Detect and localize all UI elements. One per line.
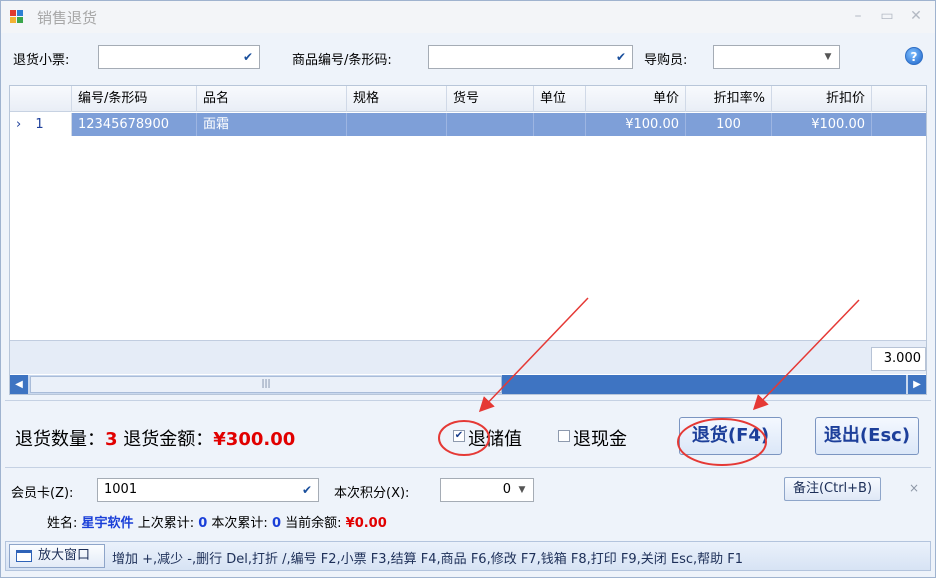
horizontal-scrollbar[interactable]: ◀ ||| ▶ bbox=[10, 375, 926, 394]
return-amount-label: 退货金额： bbox=[123, 429, 214, 450]
return-items-grid: 编号/条形码 品名 规格 货号 单位 单价 折扣率% 折扣价 › 1 12345… bbox=[9, 85, 927, 395]
hotkey-hints: 增加 +,减少 -,删行 Del,打折 /,编号 F2,小票 F3,结算 F4,… bbox=[112, 552, 744, 567]
product-code-label: 商品编号/条形码: bbox=[292, 53, 392, 68]
cell-price[interactable]: ¥100.00 bbox=[586, 113, 686, 136]
member-card-label: 会员卡(Z): bbox=[11, 486, 74, 501]
column-header-price[interactable]: 单价 bbox=[586, 86, 686, 112]
points-value: 0 bbox=[502, 482, 511, 497]
refund-cash-checkbox[interactable] bbox=[558, 430, 570, 442]
column-header-code[interactable]: 编号/条形码 bbox=[72, 86, 197, 112]
refund-cash-label[interactable]: 退现金 bbox=[573, 425, 627, 451]
balance-label: 当前余额: bbox=[285, 516, 342, 531]
points-spinner[interactable]: 0 ▼ bbox=[440, 478, 534, 502]
scroll-track[interactable] bbox=[502, 375, 906, 394]
last-total-label: 上次累计: bbox=[137, 516, 195, 531]
this-total-label: 本次累计: bbox=[211, 516, 268, 531]
column-header-spec[interactable]: 规格 bbox=[347, 86, 447, 112]
cell-discount-rate[interactable]: 100 bbox=[686, 113, 772, 136]
minimize-button[interactable]: – bbox=[847, 6, 869, 26]
enlarge-window-label: 放大窗口 bbox=[38, 548, 91, 563]
row-pointer-icon: › bbox=[16, 117, 22, 132]
scroll-left-icon[interactable]: ◀ bbox=[10, 375, 28, 394]
cell-discount-price[interactable]: ¥100.00 bbox=[772, 113, 872, 136]
chevron-down-icon[interactable]: ✔ bbox=[241, 50, 255, 64]
member-name-value: 星宇软件 bbox=[81, 516, 134, 531]
points-label: 本次积分(X): bbox=[334, 486, 410, 501]
column-header-unit[interactable]: 单位 bbox=[534, 86, 586, 112]
this-total-value: 0 bbox=[271, 516, 281, 531]
return-summary: 退货数量：3 退货金额：¥300.00 bbox=[15, 425, 295, 451]
exit-button[interactable]: 退出(Esc) bbox=[815, 417, 919, 455]
ticket-combo[interactable]: ✔ bbox=[98, 45, 260, 69]
scroll-right-icon[interactable]: ▶ bbox=[908, 375, 926, 394]
window-icon bbox=[16, 550, 32, 562]
sales-return-window: 销售退货 – ▭ ✕ 退货小票: ✔ 商品编号/条形码: ✔ 导购员: ▼ ? … bbox=[0, 0, 936, 578]
member-card-value: 1001 bbox=[104, 482, 138, 497]
maximize-button[interactable]: ▭ bbox=[876, 6, 898, 26]
column-header-discount-rate[interactable]: 折扣率% bbox=[686, 86, 772, 112]
sales-guide-label: 导购员: bbox=[644, 53, 688, 68]
chevron-down-icon[interactable]: ✔ bbox=[614, 50, 628, 64]
return-qty-label: 退货数量： bbox=[15, 429, 105, 450]
cell-spec[interactable] bbox=[347, 113, 447, 136]
close-icon[interactable]: × bbox=[909, 481, 919, 495]
column-header-discount-price[interactable]: 折扣价 bbox=[772, 86, 872, 112]
divider bbox=[5, 467, 931, 468]
column-header-item-no[interactable]: 货号 bbox=[447, 86, 534, 112]
chevron-down-icon[interactable]: ▼ bbox=[821, 50, 835, 64]
cell-code[interactable]: 12345678900 bbox=[72, 113, 197, 136]
enlarge-window-button[interactable]: 放大窗口 bbox=[9, 544, 105, 568]
row-indicator: › 1 bbox=[10, 113, 72, 136]
return-amount-value: ¥300.00 bbox=[213, 429, 296, 450]
app-icon bbox=[10, 10, 24, 23]
cell-name[interactable]: 面霜 bbox=[197, 113, 347, 136]
help-icon[interactable]: ? bbox=[905, 47, 923, 65]
quantity-sum: 3.000 bbox=[871, 347, 926, 371]
chevron-down-icon[interactable]: ▼ bbox=[515, 483, 529, 497]
status-bar: 放大窗口 增加 +,减少 -,删行 Del,打折 /,编号 F2,小票 F3,结… bbox=[5, 541, 931, 571]
refund-stored-value-label[interactable]: 退储值 bbox=[468, 425, 522, 451]
cell-filler bbox=[872, 113, 926, 136]
cell-unit[interactable] bbox=[534, 113, 586, 136]
chevron-down-icon[interactable]: ✔ bbox=[300, 483, 314, 497]
balance-value: ¥0.00 bbox=[345, 516, 387, 531]
member-info-line: 姓名: 星宇软件 上次累计: 0 本次累计: 0 当前余额: ¥0.00 bbox=[47, 512, 387, 531]
refund-stored-value-checkbox[interactable]: ✔ bbox=[453, 430, 465, 442]
ticket-label: 退货小票: bbox=[13, 53, 70, 68]
note-button[interactable]: 备注(Ctrl+B) bbox=[784, 477, 881, 501]
header-row-indicator bbox=[10, 86, 72, 112]
sales-guide-combo[interactable]: ▼ bbox=[713, 45, 840, 69]
member-card-combo[interactable]: 1001 ✔ bbox=[97, 478, 319, 502]
last-total-value: 0 bbox=[198, 516, 208, 531]
close-button[interactable]: ✕ bbox=[905, 6, 927, 26]
title-bar: 销售退货 – ▭ ✕ bbox=[1, 1, 935, 33]
column-header-name[interactable]: 品名 bbox=[197, 86, 347, 112]
grid-header: 编号/条形码 品名 规格 货号 单位 单价 折扣率% 折扣价 bbox=[10, 86, 926, 112]
grid-footer: 3.000 bbox=[10, 340, 926, 374]
return-button[interactable]: 退货(F4) bbox=[679, 417, 782, 455]
scroll-thumb[interactable]: ||| bbox=[30, 376, 502, 393]
row-index: 1 bbox=[35, 117, 44, 132]
cell-item-no[interactable] bbox=[447, 113, 534, 136]
product-code-combo[interactable]: ✔ bbox=[428, 45, 633, 69]
return-qty-value: 3 bbox=[105, 429, 118, 450]
divider bbox=[5, 400, 931, 401]
window-title: 销售退货 bbox=[37, 9, 98, 27]
table-row[interactable]: › 1 12345678900 面霜 ¥100.00 100 ¥100.00 bbox=[10, 113, 926, 136]
member-name-label: 姓名: bbox=[47, 516, 78, 531]
